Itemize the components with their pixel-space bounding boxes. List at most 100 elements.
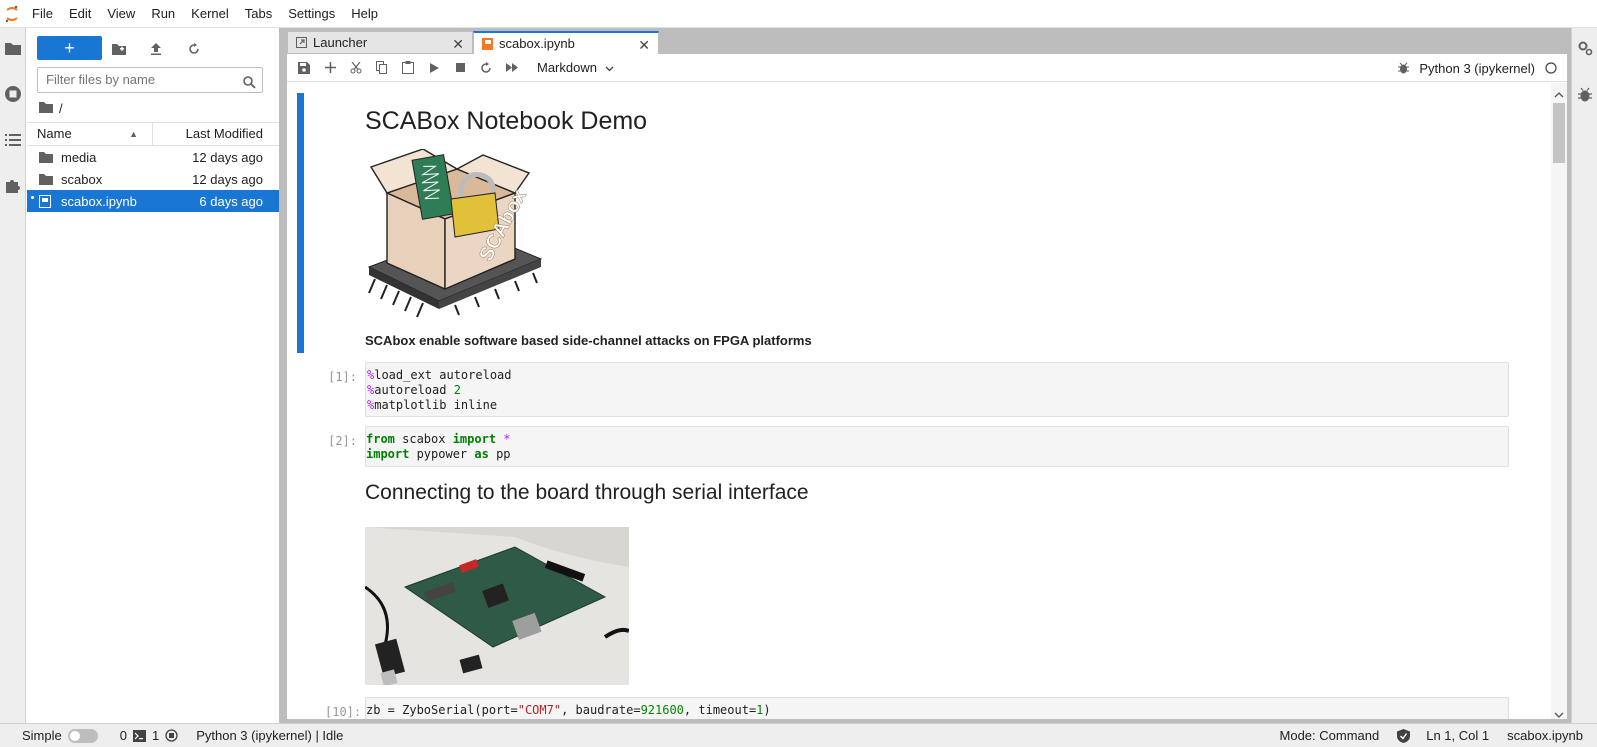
column-modified-header[interactable]: Last Modified [153,123,279,145]
tab-launcher[interactable]: Launcher ✕ [287,31,473,54]
code-text: zb = ZyboSerial(port= [366,703,518,717]
kernel-area: Python 3 (ipykernel) [1398,54,1557,82]
fast-forward-icon[interactable] [499,56,525,80]
code-line: %load_ext autoreload [367,368,1508,383]
code-text: pypower [409,447,475,461]
code-text: matplotlib inline [374,398,498,412]
table-of-contents-icon[interactable] [3,130,23,150]
tab-label: scabox.ipynb [499,36,575,51]
running-sessions-icon[interactable] [3,84,23,104]
kernel-status[interactable]: Python 3 (ipykernel) | Idle [196,728,343,743]
code-line: %autoreload 2 [367,383,1508,398]
copy-icon[interactable] [369,56,395,80]
debugger-bug-icon[interactable] [1575,84,1595,104]
code-cell-2[interactable]: from scabox import * import pypower as p… [365,426,1509,467]
chevron-down-icon [605,60,614,75]
notebook-subtitle: SCAbox enable software based side-channe… [365,333,812,348]
run-icon[interactable] [421,56,447,80]
menu-settings[interactable]: Settings [280,0,343,28]
file-name: scabox [61,171,103,187]
tab-scabox-ipynb[interactable]: scabox.ipynb ✕ [473,31,659,55]
code-text: , baudrate= [561,703,641,717]
menu-tabs[interactable]: Tabs [237,0,280,28]
kernel-chip-icon [165,729,178,742]
search-icon [243,73,256,97]
menu-file[interactable]: File [24,0,61,28]
filter-placeholder: Filter files by name [46,72,156,87]
number-token: 2 [453,383,461,397]
extension-puzzle-icon[interactable] [3,176,23,196]
cell-1-prompt: [1]: [328,370,357,384]
file-browser-panel: + Filter files by name / Name ▲ Last Mod… [27,28,279,723]
folder-icon[interactable] [3,38,23,58]
stop-icon[interactable] [447,56,473,80]
keyword-token: from [366,432,395,446]
new-folder-icon[interactable] [110,40,128,58]
column-name-header[interactable]: Name ▲ [27,123,153,145]
launcher-icon [296,37,307,48]
breadcrumb-root[interactable]: / [59,101,63,116]
file-modified: 12 days ago [192,171,263,187]
kernel-name[interactable]: Python 3 (ipykernel) [1419,61,1535,76]
notebook-mode: Mode: Command [1279,728,1380,743]
new-launcher-button[interactable]: + [37,36,102,60]
notebook-icon [482,37,493,50]
file-browser-toolbar: + [27,32,279,60]
folder-icon [39,173,55,185]
cut-icon[interactable] [343,56,369,80]
close-icon[interactable]: ✕ [638,37,650,54]
file-row-scabox[interactable]: scabox 12 days ago [27,168,279,190]
file-modified: 6 days ago [199,193,263,209]
property-inspector-gears-icon[interactable] [1575,38,1595,58]
scabox-logo-image: SCAbox [365,148,547,319]
upload-icon[interactable] [147,40,165,58]
terminal-icon [132,729,146,742]
paste-icon[interactable] [395,56,421,80]
file-name: media [61,149,97,165]
menu-help[interactable]: Help [343,0,386,28]
save-icon[interactable] [291,56,317,80]
code-line: zb = ZyboSerial(port="COM7", baudrate=92… [366,703,1508,718]
cursor-position[interactable]: Ln 1, Col 1 [1426,728,1489,743]
operator-token: * [496,432,511,446]
scroll-down-icon[interactable] [1554,707,1564,719]
code-cell-3[interactable]: zb = ZyboSerial(port="COM7", baudrate=92… [365,697,1509,719]
restart-icon[interactable] [473,56,499,80]
status-bar: Simple 0 1 Python 3 (ipykernel) | Idle M… [0,723,1597,747]
debugger-bug-icon[interactable] [1398,62,1410,74]
file-row-media[interactable]: media 12 days ago [27,146,279,168]
active-cell-indicator [297,93,304,353]
cell-type-select[interactable]: Markdown [537,60,614,75]
notebook-title-heading: SCABox Notebook Demo [365,107,648,135]
notebook-panel: Markdown Python 3 (ipykernel) SCABox Not… [287,54,1567,719]
terminals-status[interactable]: 0 1 [120,728,178,743]
code-cell-1[interactable]: %load_ext autoreload %autoreload 2 %matp… [365,362,1509,417]
code-line: from scabox import * [366,432,1508,447]
file-row-scabox-ipynb[interactable]: scabox.ipynb 6 days ago [27,190,279,212]
shield-icon[interactable] [1397,728,1411,743]
menu-view[interactable]: View [99,0,143,28]
file-list-header: Name ▲ Last Modified [27,122,279,146]
refresh-icon[interactable] [185,40,203,58]
left-sidebar [0,28,26,723]
close-icon[interactable]: ✕ [452,36,464,53]
menu-kernel[interactable]: Kernel [183,0,237,28]
number-token: 921600 [640,703,684,717]
simple-mode-toggle[interactable]: Simple [22,728,98,743]
scroll-up-icon[interactable] [1554,86,1564,101]
right-sidebar [1571,28,1597,723]
home-folder-icon[interactable] [39,101,53,116]
scrollbar-thumb[interactable] [1553,103,1565,163]
filter-files-input[interactable]: Filter files by name [37,67,263,93]
add-cell-icon[interactable] [317,56,343,80]
simple-mode-switch[interactable] [67,728,98,743]
menu-bar: File Edit View Run Kernel Tabs Settings … [0,0,1597,28]
notebook-icon [39,194,55,208]
fpga-board-photo [365,527,629,685]
kernels-count: 1 [151,728,160,743]
running-indicator-icon [31,196,34,199]
notebook-scrollbar[interactable] [1551,83,1567,719]
code-text: , timeout= [683,703,757,717]
menu-run[interactable]: Run [143,0,183,28]
menu-edit[interactable]: Edit [61,0,99,28]
